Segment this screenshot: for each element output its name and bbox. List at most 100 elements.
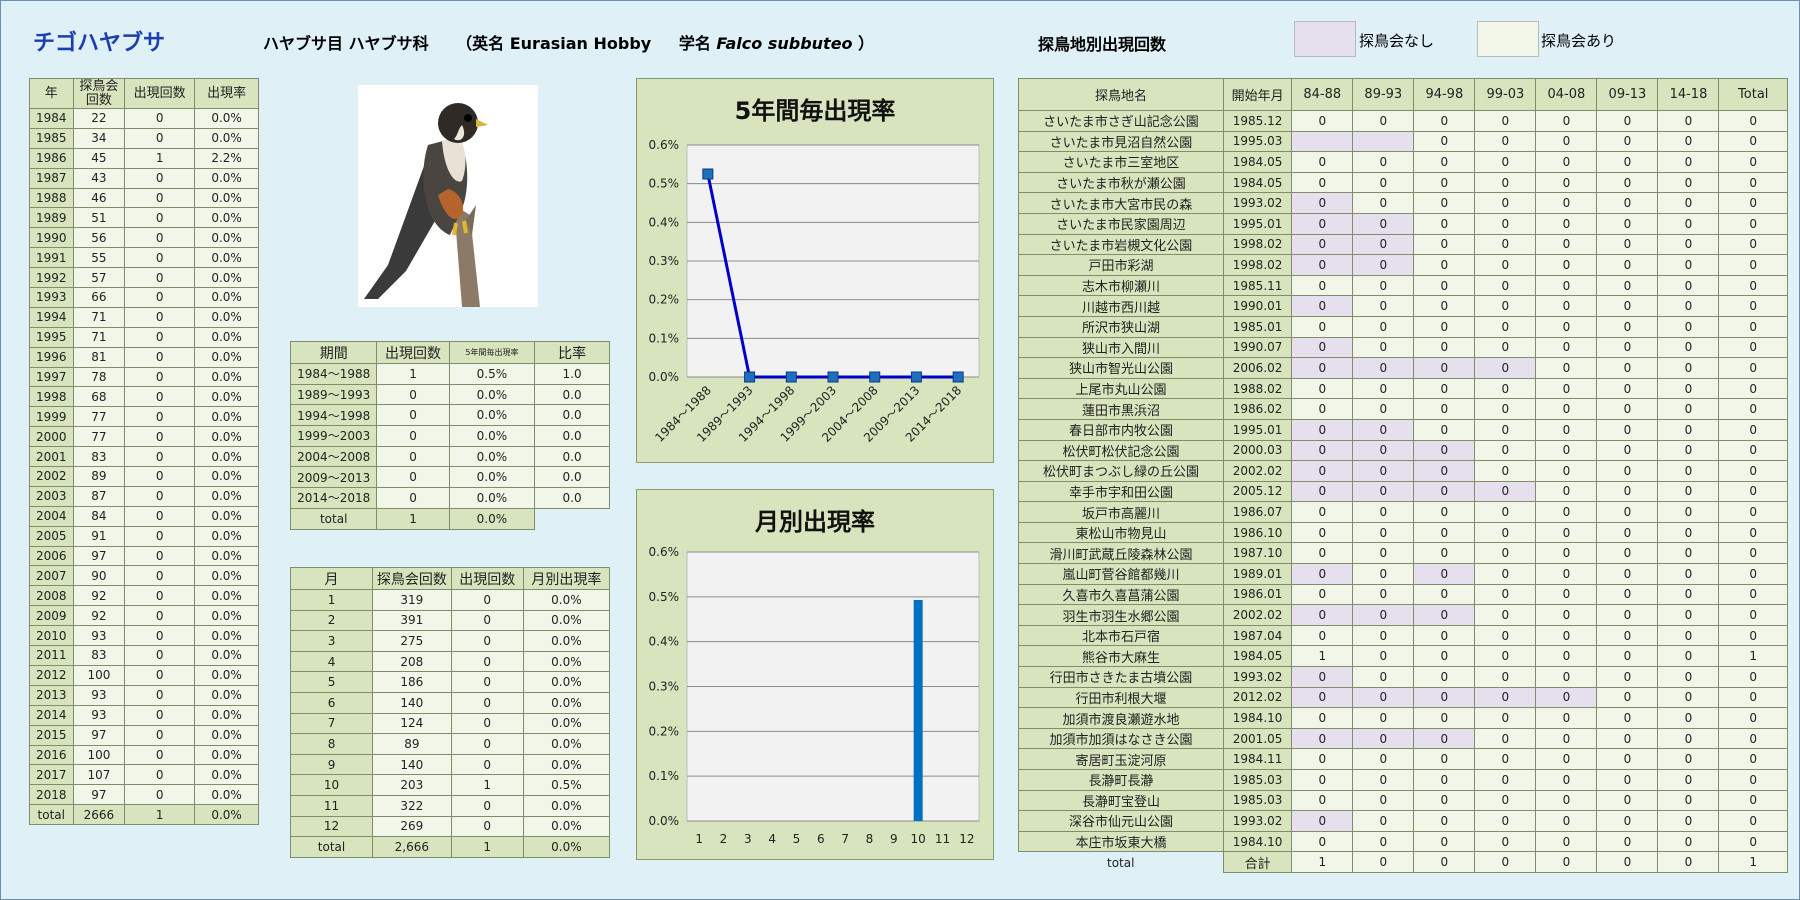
- site-count-cell: 0: [1535, 377, 1598, 400]
- site-count-cell: 0: [1718, 439, 1788, 462]
- site-start-cell: 2002.02: [1222, 460, 1293, 482]
- yearly-cell: 0.0%: [194, 744, 259, 766]
- monthly-cell: 208: [372, 650, 452, 673]
- yearly-cell: 0.0%: [194, 585, 259, 607]
- yearly-row: 2006 97 0 0.0%: [29, 545, 259, 567]
- yearly-row: 2000 77 0 0.0%: [29, 426, 259, 448]
- site-count-cell: 0: [1718, 418, 1788, 441]
- site-count-cell: 0: [1413, 357, 1476, 379]
- yearly-cell: 34: [72, 127, 126, 149]
- yearly-cell: 97: [72, 784, 126, 806]
- site-count-cell: 0: [1291, 604, 1354, 626]
- site-count-cell: 0: [1291, 686, 1354, 709]
- site-name-cell: 松伏町まつぶし緑の丘公園: [1018, 460, 1224, 482]
- yearly-cell: 0: [124, 466, 196, 487]
- site-count-cell: 0: [1596, 254, 1659, 276]
- site-count-cell: 0: [1352, 418, 1415, 441]
- monthly-table: 月探鳥会回数 出現回数 月別出現率 1 319 0 0.0% 2 391 0 0.0% 3 275 0 0.…: [289, 567, 611, 859]
- site-count-cell: 0: [1657, 110, 1720, 132]
- period-row: 1984～1988 1 0.5% 1.0: [289, 363, 610, 385]
- falcon-eye: [464, 114, 472, 122]
- yearly-row: 1991 55 0 0.0%: [29, 247, 259, 269]
- site-count-cell: 0: [1657, 357, 1720, 379]
- site-section-title: 探鳥地別出現回数: [1038, 35, 1167, 54]
- yearly-cell: 0: [124, 485, 196, 507]
- yearly-header: 探鳥会回数: [72, 78, 126, 109]
- site-count-cell: 0: [1596, 439, 1659, 462]
- site-count-cell: 0: [1474, 604, 1537, 626]
- yearly-cell: 97: [72, 724, 126, 746]
- period-cell: 0: [376, 383, 450, 406]
- monthly-cell: 0.0%: [522, 650, 611, 673]
- monthly-row: 9 140 0 0.0%: [289, 753, 611, 776]
- monthly-row: 5 186 0 0.0%: [289, 671, 611, 693]
- yearly-cell: 2013: [29, 684, 74, 706]
- site-count-cell: 0: [1596, 604, 1659, 626]
- site-count-cell: 0: [1596, 563, 1659, 585]
- site-count-cell: 0: [1596, 357, 1659, 379]
- site-count-cell: 0: [1352, 666, 1415, 688]
- yearly-cell: 57: [72, 267, 126, 289]
- yearly-cell: 97: [72, 545, 126, 567]
- site-start-cell: 2012.02: [1222, 686, 1293, 709]
- period-cell: 1999～2003: [289, 425, 378, 447]
- site-count-cell: 0: [1474, 769, 1537, 791]
- period-row: 2009～2013 0 0.0% 0.0: [289, 466, 610, 489]
- site-header: 14-18: [1657, 78, 1720, 111]
- site-count-cell: 0: [1413, 748, 1476, 770]
- monthly-cell: 275: [372, 630, 452, 652]
- yearly-row: 1994 71 0 0.0%: [29, 306, 259, 328]
- yearly-cell: 1996: [29, 346, 74, 368]
- monthly-cell: 3: [289, 630, 374, 652]
- report-sheet: チゴハヤブサ ハヤブサ目 ハヤブサ科 （英名 Eurasian Hobby 学名…: [0, 0, 1800, 900]
- site-start-cell: 1990.07: [1222, 336, 1293, 359]
- period-cell: 0.0%: [448, 404, 536, 427]
- falcon-illustration: [364, 103, 488, 307]
- site-count-cell: 0: [1596, 130, 1659, 153]
- site-row: 狭山市入間川 1990.07 0 0 0 0 0 0 0 0: [1018, 336, 1788, 359]
- yearly-cell: 0.0%: [194, 127, 259, 149]
- site-name-cell: 行田市さきたま古墳公園: [1018, 666, 1224, 688]
- monthly-rate-chart: 0.0%0.1%0.2%0.3%0.4%0.5%0.6%1 2 3 4 5 6 7 8 9 10 1…: [649, 545, 980, 846]
- site-row: 行田市さきたま古墳公園 1993.02 0 0 0 0 0 0 0 0: [1018, 666, 1788, 688]
- yearly-cell: 0: [124, 187, 196, 209]
- site-name-cell: 寄居町玉淀河原: [1018, 748, 1224, 770]
- yearly-cell: 89: [72, 466, 126, 487]
- site-start-cell: 1987.10: [1222, 542, 1293, 565]
- site-count-cell: 0: [1596, 542, 1659, 565]
- site-count-cell: 0: [1718, 583, 1788, 606]
- site-count-cell: 0: [1352, 192, 1415, 214]
- site-count-cell: 0: [1474, 336, 1537, 359]
- monthly-cell: 5: [289, 671, 374, 693]
- data-point: [702, 168, 714, 180]
- site-count-cell: 0: [1535, 810, 1598, 832]
- site-count-cell: 0: [1596, 295, 1659, 317]
- site-count-cell: 0: [1657, 666, 1720, 688]
- site-header: 99-03: [1474, 78, 1537, 111]
- yearly-cell: 2005: [29, 525, 74, 547]
- y-tick-label: 0.1%: [649, 331, 680, 345]
- site-start-cell: 1986.07: [1222, 501, 1293, 523]
- site-count-cell: 0: [1291, 357, 1354, 379]
- site-count-cell: 0: [1352, 707, 1415, 729]
- yearly-row: 1997 78 0 0.0%: [29, 366, 259, 388]
- yearly-cell: 0: [124, 306, 196, 328]
- scientific-label: 学名: [678, 34, 711, 53]
- monthly-cell: 0: [450, 794, 524, 817]
- x-tick-label: 3: [744, 832, 752, 846]
- site-count-cell: 0: [1535, 604, 1598, 626]
- site-count-cell: 0: [1596, 810, 1659, 832]
- yearly-cell: 0.0%: [194, 386, 259, 408]
- site-count-cell: 0: [1718, 274, 1788, 297]
- site-count-cell: 0: [1535, 501, 1598, 523]
- site-count-cell: 0: [1413, 398, 1476, 420]
- yearly-cell: 1995: [29, 326, 74, 348]
- site-name-cell: さいたま市岩槻文化公園: [1018, 233, 1224, 256]
- yearly-cell: 0.0%: [194, 426, 259, 448]
- site-row: 滑川町武蔵丘陵森林公園 1987.10 0 0 0 0 0 0 0 0: [1018, 542, 1788, 565]
- yearly-row: 1990 56 0 0.0%: [29, 227, 259, 249]
- site-count-cell: 0: [1413, 666, 1476, 688]
- site-name-cell: 狭山市入間川: [1018, 336, 1224, 359]
- site-row: 長瀞町長瀞 1985.03 0 0 0 0 0 0 0 0: [1018, 769, 1788, 791]
- site-count-cell: 0: [1352, 460, 1415, 482]
